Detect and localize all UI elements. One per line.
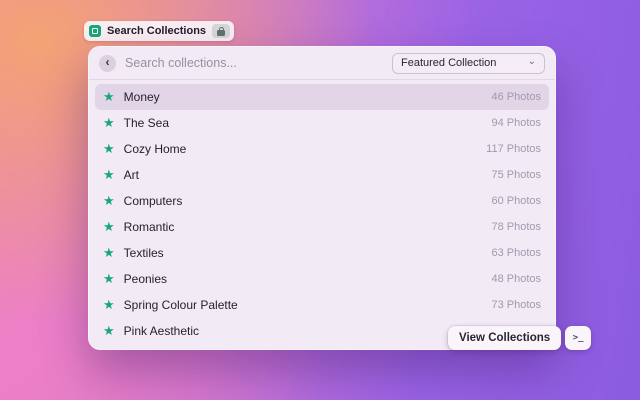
collection-name: The Sea [124,116,483,130]
collection-name: Textiles [124,246,483,260]
star-icon: ★ [103,220,115,233]
list-item[interactable]: ★ The Sea 94 Photos [95,110,549,136]
collection-name: Peonies [124,272,483,286]
photo-count: 78 Photos [491,221,541,233]
list-item[interactable]: ★ Cozy Home 117 Photos [95,136,549,162]
collection-name: Money [124,90,483,104]
collection-name: Spring Colour Palette [124,298,483,312]
collection-name: Art [124,168,483,182]
star-icon: ★ [103,90,115,103]
collection-type-dropdown[interactable]: Featured Collection ⌄ [392,53,545,74]
window-header: ‹ Featured Collection ⌄ [89,47,555,79]
photo-count: 94 Photos [491,117,541,129]
lock-badge [212,24,230,38]
list-item[interactable]: ★ Romantic 78 Photos [95,214,549,240]
search-input[interactable] [125,56,383,70]
desktop-background: Search Collections ‹ Featured Collection… [0,0,640,400]
list-item[interactable]: ★ Computers 60 Photos [95,188,549,214]
photo-count: 60 Photos [491,195,541,207]
photo-count: 73 Photos [491,299,541,311]
photo-count: 46 Photos [491,91,541,103]
collections-list: ★ Money 46 Photos ★ The Sea 94 Photos ★ … [89,81,555,349]
unsplash-app-icon [89,25,101,37]
star-icon: ★ [103,194,115,207]
collection-name: Computers [124,194,483,208]
star-icon: ★ [103,116,115,129]
star-icon: ★ [103,246,115,259]
star-icon: ★ [103,324,115,337]
view-collections-action: View Collections >_ [448,326,591,350]
photo-count: 117 Photos [486,143,541,155]
extension-badge[interactable]: Search Collections [84,21,234,41]
list-item[interactable]: ★ Spring Colour Palette 73 Photos [95,292,549,318]
view-collections-button[interactable]: View Collections [448,326,561,350]
collection-name: Pink Aesthetic [124,324,477,338]
terminal-key-badge[interactable]: >_ [565,326,591,350]
lock-icon [217,27,225,36]
collection-name: Romantic [124,220,483,234]
header-divider [89,79,555,80]
photo-count: 48 Photos [491,273,541,285]
extension-title: Search Collections [107,25,206,37]
star-icon: ★ [103,142,115,155]
list-item[interactable]: ★ Money 46 Photos [95,84,549,110]
search-collections-window: ‹ Featured Collection ⌄ ★ Money 46 Photo… [88,46,556,350]
list-item[interactable]: ★ Peonies 48 Photos [95,266,549,292]
photo-count: 63 Photos [491,247,541,259]
dropdown-selected-value: Featured Collection [401,57,496,69]
chevron-down-icon: ⌄ [528,57,536,67]
list-item[interactable]: ★ Textiles 63 Photos [95,240,549,266]
back-button[interactable]: ‹ [99,55,116,72]
star-icon: ★ [103,298,115,311]
collection-name: Cozy Home [124,142,478,156]
photo-count: 75 Photos [491,169,541,181]
list-item[interactable]: ★ Art 75 Photos [95,162,549,188]
star-icon: ★ [103,272,115,285]
star-icon: ★ [103,168,115,181]
